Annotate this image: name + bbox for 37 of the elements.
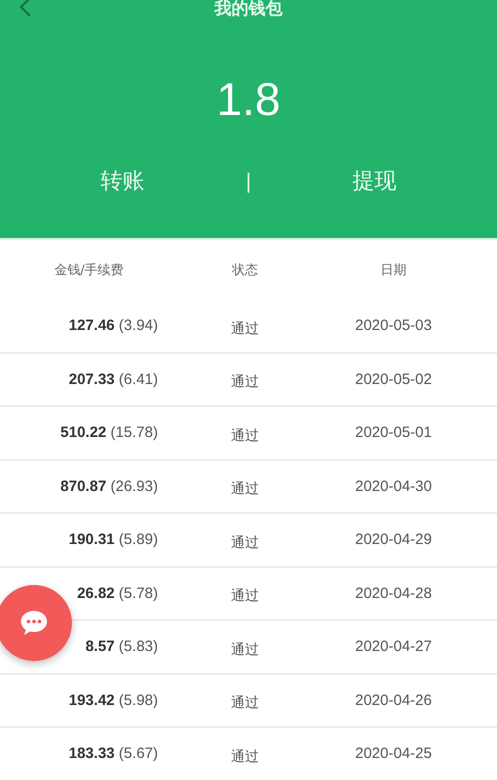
amount-cell-text: 870.87 (26.93)	[59, 478, 159, 495]
status-cell-text: 通过	[230, 640, 260, 659]
back-icon[interactable]	[18, 0, 32, 18]
amount-cell-text: 183.33 (5.67)	[68, 745, 159, 762]
amount-cell-text: 190.31 (5.89)	[68, 531, 159, 548]
balance-amount: 1.8	[216, 74, 280, 124]
column-header: 金钱/手续费	[53, 262, 125, 279]
status-cell-text: 通过	[230, 748, 260, 766]
status-cell-text: 通过	[230, 373, 260, 392]
date-cell-text: 2020-04-25	[354, 745, 433, 762]
column-header: 状态	[230, 262, 259, 279]
date-cell-text: 2020-05-02	[354, 370, 433, 388]
date-cell-text: 2020-04-28	[354, 584, 433, 602]
chat-button[interactable]	[0, 585, 72, 661]
status-cell-text: 通过	[230, 426, 260, 445]
amount-cell-text: 8.57 (5.83)	[84, 638, 159, 656]
amount-cell-text: 207.33 (6.41)	[68, 370, 159, 388]
date-cell-text: 2020-04-29	[354, 531, 433, 548]
date-cell-text: 2020-04-26	[354, 692, 433, 709]
withdraw-button[interactable]: 提现	[252, 162, 497, 200]
amount-cell-text: 193.42 (5.98)	[68, 692, 159, 709]
status-cell-text: 通过	[230, 587, 260, 606]
status-cell-text: 通过	[230, 534, 260, 552]
amount-cell-text: 127.46 (3.94)	[68, 317, 159, 334]
amount-cell-text: 510.22 (15.78)	[59, 424, 159, 442]
status-cell-text: 通过	[230, 480, 260, 498]
date-cell-text: 2020-04-27	[354, 638, 433, 656]
separator: |	[245, 169, 252, 193]
chat-bubble-icon	[19, 609, 49, 637]
transfer-button[interactable]: 转账	[0, 162, 246, 200]
date-cell-text: 2020-05-03	[354, 317, 433, 334]
date-cell-text: 2020-04-30	[354, 478, 433, 495]
column-header: 日期	[380, 261, 408, 279]
amount-cell-text: 26.82 (5.78)	[76, 584, 159, 602]
status-cell-text: 通过	[230, 694, 260, 712]
status-cell-text: 通过	[230, 320, 260, 338]
date-cell-text: 2020-05-01	[354, 424, 433, 442]
